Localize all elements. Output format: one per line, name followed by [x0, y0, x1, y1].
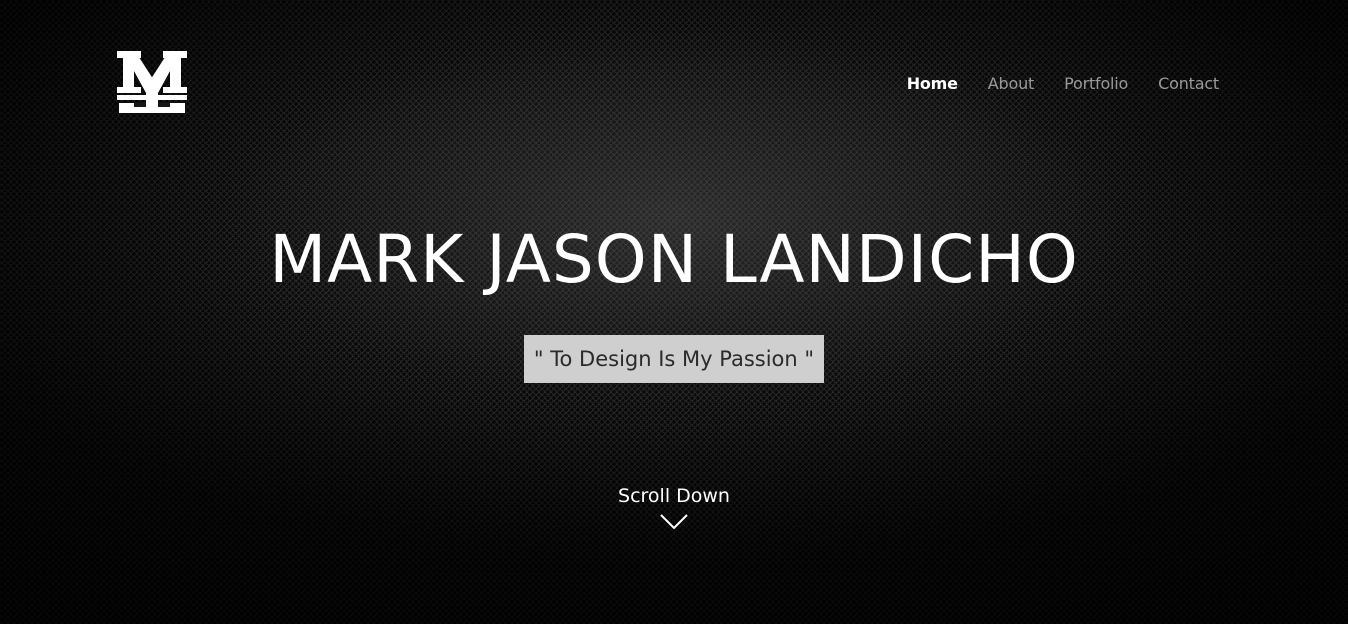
- chevron-down-icon: [660, 514, 688, 530]
- scroll-down-label: Scroll Down: [618, 485, 730, 507]
- hero-title: MARK JASON LANDICHO: [269, 221, 1079, 298]
- nav-item-contact[interactable]: Contact: [1158, 74, 1219, 93]
- tagline-container: " To Design Is My Passion ": [0, 335, 1348, 383]
- background-vignette: [0, 0, 1348, 624]
- hero-section: Home About Portfolio Contact MARK JASON …: [0, 0, 1348, 624]
- nav-item-portfolio[interactable]: Portfolio: [1064, 74, 1128, 93]
- tagline-badge: " To Design Is My Passion ": [523, 335, 825, 383]
- monogram-logo-icon[interactable]: [117, 51, 187, 113]
- nav-item-about[interactable]: About: [988, 74, 1035, 93]
- main-nav: Home About Portfolio Contact: [877, 74, 1220, 93]
- nav-item-home[interactable]: Home: [907, 74, 958, 93]
- scroll-down-link[interactable]: Scroll Down: [0, 484, 1348, 530]
